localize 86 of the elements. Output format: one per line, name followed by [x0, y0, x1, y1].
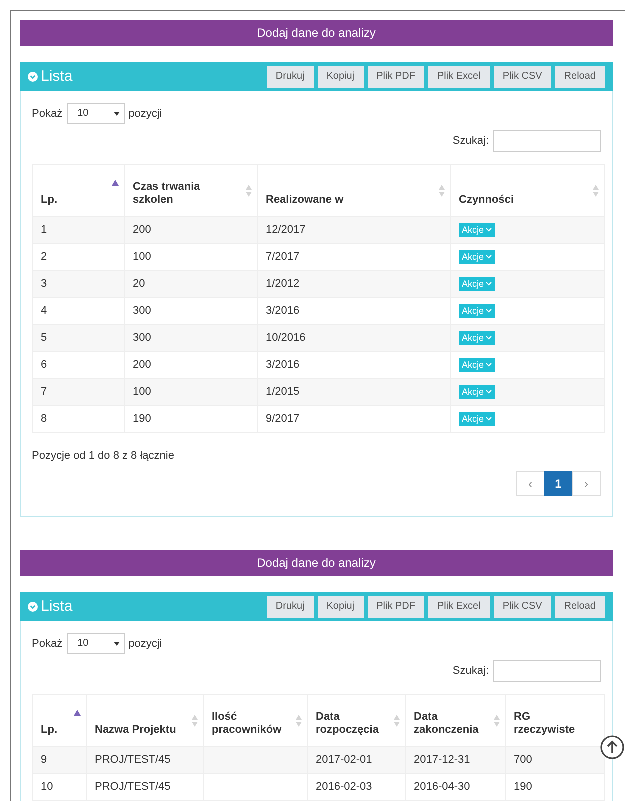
chevron-down-icon [486, 228, 492, 232]
table-cell: 7/2017 [266, 251, 300, 263]
length-label: Pokaż [32, 638, 63, 650]
table-cell: 2016-04-30 [414, 781, 470, 793]
toolbar-button[interactable]: Plik PDF [368, 66, 424, 88]
length-label: pozycji [128, 638, 162, 650]
table-cell: 300 [133, 332, 152, 344]
table-cell: 6 [41, 359, 48, 371]
table-cell: 200 [133, 359, 152, 371]
length-label: pozycji [128, 108, 162, 120]
chevron-down-icon [486, 363, 492, 367]
table-cell: 10 [41, 781, 54, 793]
table-cell: 12/2017 [266, 224, 306, 236]
table-cell: 100 [133, 251, 152, 263]
search-field[interactable] [493, 660, 601, 682]
table-cell: 9 [41, 754, 48, 766]
table-cell: 300 [133, 305, 152, 317]
toolbar-button[interactable]: Plik PDF [368, 596, 424, 618]
table-cell: 4 [41, 305, 48, 317]
toolbar-button[interactable]: Drukuj [266, 596, 314, 618]
table-cell: 2 [41, 251, 48, 263]
table-cell: 1/2015 [266, 386, 300, 398]
chevron-down-icon [486, 336, 492, 340]
table-cell: PROJ/TEST/45 [95, 754, 171, 766]
column-header[interactable]: Realizowane w [258, 164, 450, 216]
toolbar-button[interactable]: Drukuj [266, 66, 314, 88]
table-cell: 20 [133, 278, 146, 290]
column-header[interactable]: Czynności [450, 164, 604, 216]
panel-title: Lista [41, 598, 73, 615]
chevron-circle-icon [28, 72, 38, 82]
toolbar-button[interactable]: Kopiuj [318, 66, 364, 88]
table-cell: 1/2012 [266, 278, 300, 290]
column-header[interactable]: Data zakonczenia [406, 694, 506, 746]
chevron-down-icon [486, 417, 492, 421]
table-cell: 200 [133, 224, 152, 236]
next-page-button[interactable]: › [572, 471, 601, 496]
dropdown-caret-icon [114, 642, 120, 646]
table-cell: 3/2016 [266, 305, 300, 317]
toolbar-button[interactable]: Plik CSV [494, 66, 552, 88]
table-cell: 100 [133, 386, 152, 398]
table-cell: 2017-02-01 [316, 754, 372, 766]
add-data-button[interactable]: Dodaj dane do analizy [20, 20, 613, 46]
search-label: Szukaj: [452, 665, 489, 677]
page-length-select[interactable]: 10 [66, 633, 125, 654]
column-header[interactable]: Lp. [32, 694, 86, 746]
chevron-down-icon [486, 255, 492, 259]
table-cell: 8 [41, 413, 48, 425]
table-cell: 3 [41, 278, 48, 290]
table-cell: 190 [133, 413, 152, 425]
table-cell: 1 [41, 224, 48, 236]
search-label: Szukaj: [452, 135, 489, 147]
column-header[interactable]: Nazwa Projektu [86, 694, 204, 746]
toolbar-button[interactable]: Plik Excel [428, 596, 490, 618]
scroll-to-top-icon[interactable] [600, 735, 625, 760]
previous-page-button[interactable]: ‹ [516, 471, 545, 496]
table-cell: 190 [514, 781, 532, 793]
toolbar-button[interactable]: Plik CSV [494, 596, 552, 618]
toolbar-button[interactable]: Kopiuj [318, 596, 364, 618]
chevron-down-icon [486, 390, 492, 394]
panel-title: Lista [41, 68, 73, 85]
table-cell: 2016-02-03 [316, 781, 372, 793]
dropdown-caret-icon [114, 112, 120, 116]
length-label: Pokaż [32, 108, 63, 120]
table-cell: PROJ/TEST/45 [95, 781, 171, 793]
chevron-circle-icon [28, 602, 38, 612]
chevron-down-icon [486, 282, 492, 286]
chevron-down-icon [486, 309, 492, 313]
add-data-button[interactable]: Dodaj dane do analizy [20, 550, 613, 576]
toolbar-button[interactable]: Reload [555, 66, 605, 88]
table-cell: 5 [41, 332, 48, 344]
search-field[interactable] [493, 130, 601, 152]
table-cell: 9/2017 [266, 413, 300, 425]
page-button[interactable]: 1 [544, 471, 573, 496]
column-header[interactable]: Ilość pracowników [204, 694, 308, 746]
table-cell: 7 [41, 386, 48, 398]
column-header[interactable]: Lp. [32, 164, 124, 216]
table-info: Pozycje od 1 do 8 z 8 łącznie [32, 450, 176, 462]
page-length-select[interactable]: 10 [66, 103, 125, 124]
table-cell: 700 [514, 754, 532, 766]
column-header[interactable]: Czas trwania szkolen [124, 164, 258, 216]
toolbar-button[interactable]: Reload [555, 596, 605, 618]
table-cell: 2017-12-31 [414, 754, 470, 766]
column-header[interactable]: Data rozpoczęcia [308, 694, 406, 746]
table-cell: 10/2016 [266, 332, 306, 344]
table-cell: 3/2016 [266, 359, 300, 371]
toolbar-button[interactable]: Plik Excel [428, 66, 490, 88]
